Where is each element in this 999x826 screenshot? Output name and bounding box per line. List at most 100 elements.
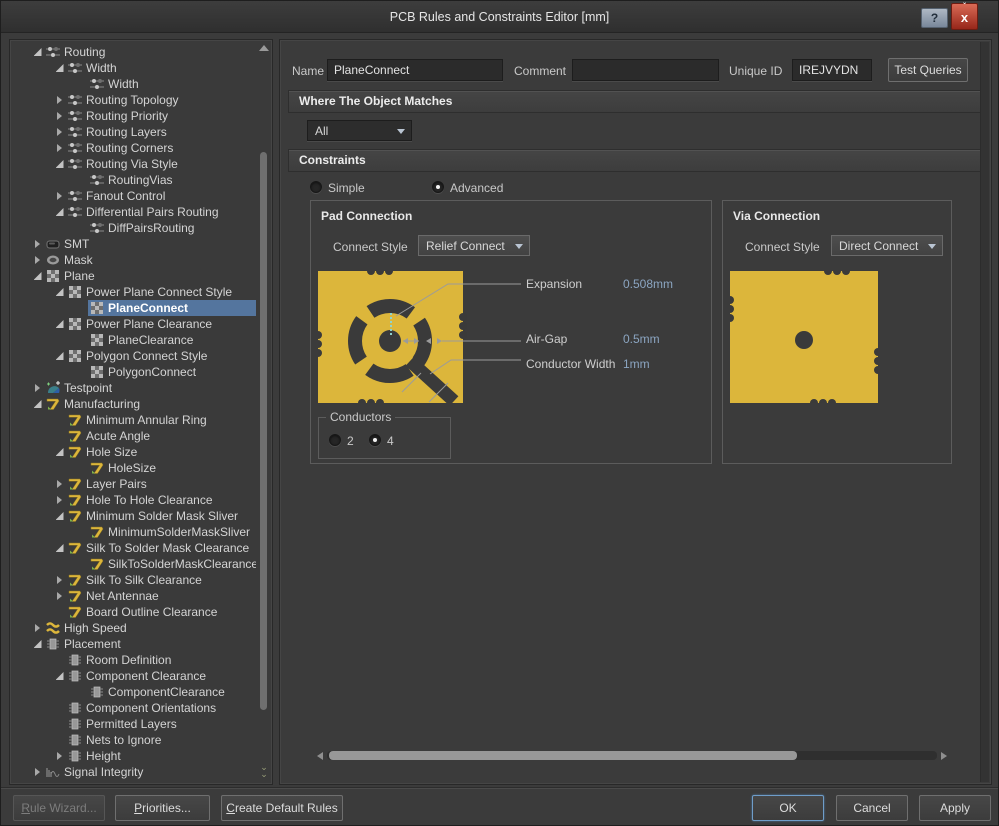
priorities-button[interactable]: Priorities... (115, 795, 210, 821)
tree-item[interactable]: Testpoint (13, 380, 256, 396)
tree-item-label[interactable]: HoleSize (108, 461, 156, 475)
tree-item[interactable]: Width (13, 76, 256, 92)
expand-arrow-icon[interactable] (57, 128, 62, 136)
tree-item-label[interactable]: Routing Via Style (86, 157, 178, 171)
tree-item-label[interactable]: PlaneClearance (108, 333, 193, 347)
name-input[interactable] (327, 59, 503, 81)
tree-scrollbar[interactable]: ⌄⌄ (258, 42, 270, 782)
tree-item-label[interactable]: Room Definition (86, 653, 171, 667)
expand-arrow-icon[interactable] (35, 256, 40, 264)
expand-arrow-icon[interactable] (35, 768, 40, 776)
collapse-arrow-icon[interactable] (34, 640, 42, 648)
tree-item-label[interactable]: Mask (64, 253, 93, 267)
tree-item[interactable]: SilkToSolderMaskClearance (13, 556, 256, 572)
tree-item[interactable]: Plane (13, 268, 256, 284)
tree-item[interactable]: Room Definition (13, 652, 256, 668)
tree-item[interactable]: Nets to Ignore (13, 732, 256, 748)
tree-item[interactable]: Hole Size (13, 444, 256, 460)
tree-item[interactable]: Signal Integrity (13, 764, 256, 780)
collapse-arrow-icon[interactable] (34, 48, 42, 56)
tree-item[interactable]: RoutingVias (13, 172, 256, 188)
expand-arrow-icon[interactable] (35, 240, 40, 248)
tree-item[interactable]: Board Outline Clearance (13, 604, 256, 620)
tree-item-label[interactable]: Hole Size (86, 445, 137, 459)
tree-item[interactable]: Minimum Annular Ring (13, 412, 256, 428)
tree-item[interactable]: Power Plane Connect Style (13, 284, 256, 300)
help-button[interactable]: ? (921, 8, 948, 28)
tree-item[interactable]: PolygonConnect (13, 364, 256, 380)
ok-button[interactable]: OK (752, 795, 824, 821)
cancel-button[interactable]: Cancel (836, 795, 908, 821)
tree-item[interactable]: High Speed (13, 620, 256, 636)
tree-item-label[interactable]: Width (86, 61, 117, 75)
unique-id-input[interactable] (792, 59, 872, 81)
expand-arrow-icon[interactable] (57, 144, 62, 152)
tree-item-label[interactable]: Testpoint (64, 381, 112, 395)
collapse-arrow-icon[interactable] (56, 512, 64, 520)
tree-item-label[interactable]: Silk To Solder Mask Clearance (86, 541, 249, 555)
tree-item-label[interactable]: Hole To Hole Clearance (86, 493, 213, 507)
tree-item[interactable]: Routing Priority (13, 108, 256, 124)
tree-item[interactable]: DiffPairsRouting (13, 220, 256, 236)
tree-item-label[interactable]: Plane (64, 269, 95, 283)
tree-item-label[interactable]: DiffPairsRouting (108, 221, 194, 235)
tree-item-label[interactable]: Routing Topology (86, 93, 179, 107)
tree-item[interactable]: Component Orientations (13, 700, 256, 716)
tree-item-label[interactable]: Permitted Layers (86, 717, 177, 731)
tree-item[interactable]: SMT (13, 236, 256, 252)
expand-arrow-icon[interactable] (57, 576, 62, 584)
expand-arrow-icon[interactable] (57, 496, 62, 504)
tree-item[interactable]: ComponentClearance (13, 684, 256, 700)
expand-arrow-icon[interactable] (57, 752, 62, 760)
tree-item[interactable]: Routing Corners (13, 140, 256, 156)
tree-item[interactable]: Permitted Layers (13, 716, 256, 732)
expand-arrow-icon[interactable] (35, 384, 40, 392)
collapse-arrow-icon[interactable] (56, 672, 64, 680)
tree-item-label[interactable]: Net Antennae (86, 589, 159, 603)
tree-item[interactable]: Component Clearance (13, 668, 256, 684)
tree-item-label[interactable]: Component Orientations (86, 701, 216, 715)
expand-arrow-icon[interactable] (57, 592, 62, 600)
tree-item[interactable]: HoleSize (13, 460, 256, 476)
tree-item-label[interactable]: Routing Layers (86, 125, 167, 139)
scroll-down-icon[interactable]: ⌄⌄ (258, 764, 270, 778)
collapse-arrow-icon[interactable] (34, 272, 42, 280)
tree-item-label[interactable]: Layer Pairs (86, 477, 147, 491)
tree-item[interactable]: Silk To Silk Clearance (13, 572, 256, 588)
collapse-arrow-icon[interactable] (56, 320, 64, 328)
create-default-rules-button[interactable]: Create Default Rules (221, 795, 343, 821)
tree-item-label[interactable]: Width (108, 77, 139, 91)
tree-item-label[interactable]: High Speed (64, 621, 127, 635)
vertical-scrollbar-track[interactable] (980, 42, 989, 782)
tree-item[interactable]: Layer Pairs (13, 476, 256, 492)
collapse-arrow-icon[interactable] (56, 288, 64, 296)
tree-item-label[interactable]: Routing (64, 45, 105, 59)
tree-item[interactable]: Routing Via Style (13, 156, 256, 172)
tree-item-label[interactable]: Board Outline Clearance (86, 605, 217, 619)
collapse-arrow-icon[interactable] (56, 208, 64, 216)
expand-arrow-icon[interactable] (35, 624, 40, 632)
expand-arrow-icon[interactable] (57, 96, 62, 104)
tree-item-label[interactable]: Placement (64, 637, 121, 651)
tree-item[interactable]: Polygon Connect Style (13, 348, 256, 364)
tree-item[interactable]: PlaneConnect (13, 300, 256, 316)
horizontal-scrollbar[interactable] (317, 751, 947, 760)
collapse-arrow-icon[interactable] (56, 352, 64, 360)
scope-dropdown[interactable]: All (307, 120, 412, 141)
tree-item-label[interactable]: Power Plane Connect Style (86, 285, 232, 299)
tree-item-label[interactable]: Signal Integrity (64, 765, 143, 779)
close-button[interactable]: ˇ x (951, 3, 978, 30)
pad-connect-style-dropdown[interactable]: Relief Connect (418, 235, 530, 256)
tree-item-label[interactable]: MinimumSolderMaskSliver (108, 525, 250, 539)
tree-item[interactable]: Height (13, 748, 256, 764)
expand-arrow-icon[interactable] (57, 192, 62, 200)
tree-item-label[interactable]: Silk To Silk Clearance (86, 573, 202, 587)
tree-item-label[interactable]: Differential Pairs Routing (86, 205, 219, 219)
tree-item[interactable]: Power Plane Clearance (13, 316, 256, 332)
tree-scrollbar-thumb[interactable] (260, 152, 267, 710)
test-queries-button[interactable]: Test Queries (888, 58, 968, 82)
tree-item-label[interactable]: Nets to Ignore (86, 733, 161, 747)
scroll-right-icon[interactable] (941, 752, 947, 760)
tree-item[interactable]: Silk To Solder Mask Clearance (13, 540, 256, 556)
scroll-left-icon[interactable] (317, 752, 323, 760)
